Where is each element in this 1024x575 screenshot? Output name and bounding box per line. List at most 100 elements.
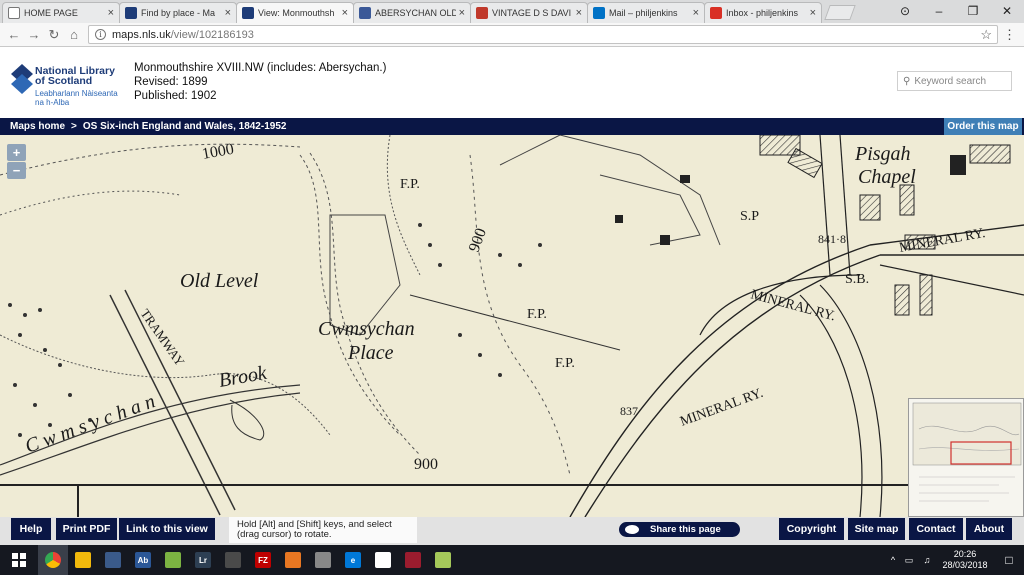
map-label-fp-3: F.P. bbox=[555, 356, 575, 371]
tab-close-icon[interactable]: × bbox=[108, 7, 114, 19]
filezilla-app-taskbar-icon[interactable]: FZ bbox=[248, 545, 278, 575]
edge-app-icon: e bbox=[345, 552, 361, 568]
taskbar-clock[interactable]: 20:26 28/03/2018 bbox=[936, 549, 994, 571]
zoom-in-button[interactable]: + bbox=[7, 144, 26, 161]
close-window-button[interactable]: ✕ bbox=[990, 0, 1024, 22]
logo-gaelic-2: na h-Alba bbox=[35, 98, 70, 107]
about-button[interactable]: About bbox=[966, 518, 1012, 540]
map-label-mineral-1: MINERAL RY. bbox=[898, 226, 986, 256]
nls-logo-mark-icon bbox=[11, 64, 33, 94]
map-label-sb: S.B. bbox=[845, 272, 869, 287]
photo-icon bbox=[476, 7, 488, 19]
chrome-icon bbox=[45, 552, 61, 568]
gmail-icon bbox=[710, 7, 722, 19]
url-host: maps.nls.uk bbox=[112, 28, 171, 41]
browser-tab-label: Inbox - philjenkins bbox=[726, 8, 799, 18]
tab-close-icon[interactable]: × bbox=[693, 7, 699, 19]
map-label-old-level: Old Level bbox=[180, 270, 259, 292]
tab-close-icon[interactable]: × bbox=[576, 7, 582, 19]
site-info-icon[interactable]: i bbox=[95, 29, 106, 40]
chrome-taskbar-icon[interactable] bbox=[38, 545, 68, 575]
map-viewer[interactable]: Pisgah Chapel Old Level Cwmsychan Place … bbox=[0, 135, 1024, 517]
breadcrumb: Maps home > OS Six-inch England and Wale… bbox=[0, 118, 1024, 135]
map-label-sp: S.P bbox=[740, 209, 759, 224]
user-profile-icon[interactable]: ⊙ bbox=[888, 0, 922, 22]
tab-close-icon[interactable]: × bbox=[810, 7, 816, 19]
network-icon[interactable]: ▭ bbox=[900, 555, 918, 566]
tab-close-icon[interactable]: × bbox=[459, 7, 465, 19]
footer-bar: Help Print PDF Link to this view Hold [A… bbox=[0, 517, 1024, 545]
tab-close-icon[interactable]: × bbox=[342, 7, 348, 19]
map-label-contour-900-a: 900 bbox=[466, 226, 490, 254]
edge-app-taskbar-icon[interactable]: e bbox=[338, 545, 368, 575]
map-label-brook: Brook bbox=[217, 362, 269, 392]
windows-start-icon[interactable] bbox=[0, 545, 38, 575]
window-controls: ⊙ – ❐ ✕ bbox=[888, 0, 1024, 22]
browser-tab[interactable]: ABERSYCHAN OLD × bbox=[353, 2, 471, 23]
bookmark-star-icon[interactable]: ☆ bbox=[980, 27, 992, 43]
copyright-button[interactable]: Copyright bbox=[779, 518, 844, 540]
map-label-cwmsychan: Cwmsychan bbox=[318, 318, 415, 340]
browser-tab[interactable]: HOME PAGE × bbox=[2, 2, 120, 23]
url-input[interactable]: i maps.nls.uk/view/102186193 ☆ bbox=[88, 25, 998, 44]
dictionary-app-icon: Ab bbox=[135, 552, 151, 568]
overview-map[interactable] bbox=[908, 398, 1024, 517]
browser-tab[interactable]: Find by place - Ma × bbox=[119, 2, 237, 23]
tray-chevron-icon[interactable]: ^ bbox=[886, 555, 900, 565]
rotate-hint: Hold [Alt] and [Shift] keys, and select … bbox=[229, 517, 417, 543]
solitaire-app-taskbar-icon[interactable] bbox=[368, 545, 398, 575]
site-map-button[interactable]: Site map bbox=[848, 518, 905, 540]
browser-tab-label: ABERSYCHAN OLD bbox=[375, 8, 456, 18]
map-label-height-841: 841·8 bbox=[818, 232, 846, 246]
nls-logo[interactable]: National Library of Scotland Leabharlann… bbox=[11, 62, 121, 108]
tab-close-icon[interactable]: × bbox=[225, 7, 231, 19]
browser-menu-icon[interactable]: ⋮ bbox=[1003, 27, 1016, 43]
breadcrumb-maps-home[interactable]: Maps home bbox=[10, 121, 65, 132]
minimize-button[interactable]: – bbox=[922, 0, 956, 22]
browser-tab[interactable]: Inbox - philjenkins × bbox=[704, 2, 822, 23]
historic-map-canvas[interactable]: Pisgah Chapel Old Level Cwmsychan Place … bbox=[0, 135, 1024, 517]
calculator-app-taskbar-icon[interactable] bbox=[98, 545, 128, 575]
windows-taskbar: Ab Lr FZ e ^ ▭ ♫ 20:26 28/03/2018 □ bbox=[0, 545, 1024, 575]
files-app-icon bbox=[225, 552, 241, 568]
sketch-app-taskbar-icon[interactable] bbox=[158, 545, 188, 575]
keyword-search-input[interactable]: ⚲ Keyword search bbox=[897, 71, 1012, 91]
map-title-block: Monmouthshire XVIII.NW (includes: Abersy… bbox=[134, 61, 386, 103]
disk-app-taskbar-icon[interactable] bbox=[308, 545, 338, 575]
volume-icon[interactable]: ♫ bbox=[918, 555, 936, 565]
help-button[interactable]: Help bbox=[11, 518, 51, 540]
browser-tab[interactable]: Mail – philjenkins × bbox=[587, 2, 705, 23]
search-icon: ⚲ bbox=[903, 75, 911, 87]
contact-button[interactable]: Contact bbox=[909, 518, 963, 540]
map-published: Published: 1902 bbox=[134, 90, 217, 102]
maps-app-taskbar-icon[interactable] bbox=[68, 545, 98, 575]
browser-tab[interactable]: View: Monmouthsh × bbox=[236, 2, 354, 23]
map-label-contour-900-b: 900 bbox=[414, 456, 438, 473]
zoom-out-button[interactable]: − bbox=[7, 162, 26, 179]
maps-app-icon bbox=[75, 552, 91, 568]
notifications-icon[interactable]: □ bbox=[994, 553, 1024, 567]
presenter-app-taskbar-icon[interactable] bbox=[278, 545, 308, 575]
browser-tab[interactable]: VINTAGE D S DAVI × bbox=[470, 2, 588, 23]
url-path: /view/102186193 bbox=[170, 28, 254, 41]
files-app-taskbar-icon[interactable] bbox=[218, 545, 248, 575]
dictionary-app-taskbar-icon[interactable]: Ab bbox=[128, 545, 158, 575]
share-page-button[interactable]: Share this page bbox=[619, 522, 740, 537]
browser-tab-label: VINTAGE D S DAVI bbox=[492, 8, 572, 18]
order-map-button[interactable]: Order this map bbox=[944, 118, 1022, 135]
lightroom-app-taskbar-icon[interactable]: Lr bbox=[188, 545, 218, 575]
map-revised: Revised: 1899 bbox=[134, 76, 208, 88]
back-button[interactable]: ← bbox=[4, 27, 24, 42]
home-button[interactable]: ⌂ bbox=[64, 27, 84, 42]
puzzle-app-taskbar-icon[interactable] bbox=[398, 545, 428, 575]
link-to-view-button[interactable]: Link to this view bbox=[119, 518, 215, 540]
reload-button[interactable]: ↻ bbox=[44, 27, 64, 43]
map-label-place: Place bbox=[347, 342, 394, 364]
print-pdf-button[interactable]: Print PDF bbox=[56, 518, 117, 540]
map-site-icon bbox=[242, 7, 254, 19]
breadcrumb-series[interactable]: OS Six-inch England and Wales, 1842-1952 bbox=[83, 121, 287, 132]
spreadsheet-app-taskbar-icon[interactable] bbox=[428, 545, 458, 575]
restore-button[interactable]: ❐ bbox=[956, 0, 990, 22]
forward-button[interactable]: → bbox=[24, 27, 44, 42]
new-tab-button[interactable] bbox=[824, 5, 856, 20]
